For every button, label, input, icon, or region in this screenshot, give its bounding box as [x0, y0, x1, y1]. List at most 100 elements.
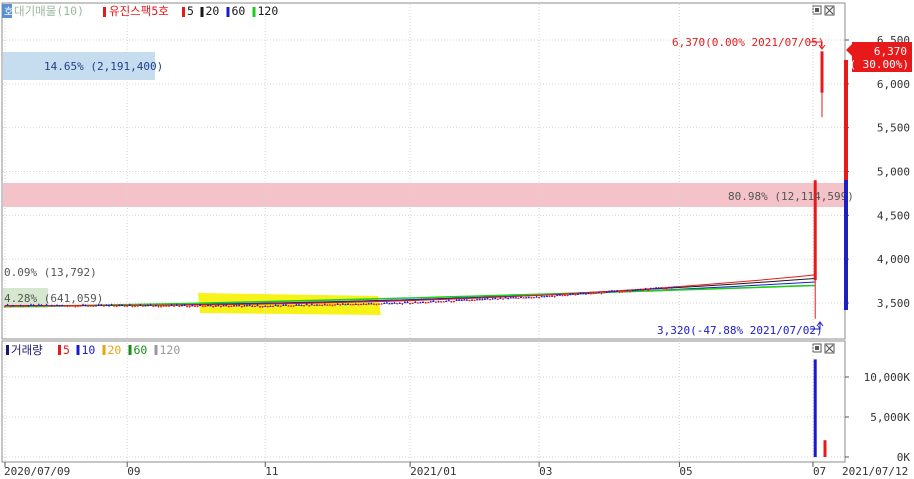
candle-body [128, 304, 131, 306]
candle-body [87, 305, 90, 307]
ma-legend-swatch [200, 7, 204, 17]
candle-body [227, 305, 230, 307]
candle-body [571, 293, 574, 295]
candle-body [199, 305, 202, 307]
candle-body [398, 302, 401, 304]
candle-body [592, 293, 595, 295]
candle-body [274, 305, 277, 307]
candle-body [517, 297, 520, 299]
stock-name-marker [103, 7, 106, 17]
low-annotation: 3,320(-47.88% 2021/07/02) [657, 324, 823, 337]
candle-body [222, 305, 225, 307]
volume-ma-legend-label: 60 [134, 343, 148, 357]
candle-body [35, 305, 38, 307]
candle-body [134, 305, 137, 307]
candle-body [540, 296, 543, 298]
candle-body [820, 51, 824, 93]
candle-body [551, 295, 554, 297]
candle-body [352, 304, 355, 306]
candle-body [121, 305, 124, 307]
candle-body [24, 305, 27, 307]
volume-ma-legend-swatch [76, 345, 80, 355]
candle-body [422, 301, 425, 303]
candle-body [463, 299, 466, 301]
volume-ma-legend-swatch [128, 345, 132, 355]
date-tick-label: 2021/01 [410, 465, 456, 478]
current-price-change: ( 30.00%) [849, 58, 909, 71]
date-tick-label: 11 [265, 465, 278, 478]
candle-body [610, 290, 613, 292]
candle-body [4, 305, 6, 307]
candle-body [370, 303, 373, 305]
candle-body [32, 305, 35, 307]
candle-body [251, 305, 254, 307]
candle-body [261, 306, 264, 308]
candle-body [269, 305, 272, 307]
candle-body [385, 302, 388, 304]
candle-body [396, 303, 399, 305]
candle-body [644, 288, 647, 290]
candle-body [170, 304, 173, 306]
candle-body [543, 296, 546, 298]
candle-body [642, 289, 645, 291]
candle-body [266, 306, 269, 308]
candle-body [331, 304, 334, 306]
candle-body [310, 304, 313, 306]
candle-body [383, 303, 386, 305]
current-price-value: 6,370 [874, 45, 907, 58]
candle-body [9, 305, 12, 307]
price-tick-label: 6,000 [877, 78, 910, 91]
candle-body [499, 297, 502, 299]
zone-label-1: 14.65% (2,191,400) [44, 60, 163, 73]
candle-body [365, 303, 368, 305]
candle-body [512, 297, 515, 299]
candle-body [522, 297, 525, 299]
candle-body [141, 305, 144, 307]
price-tick-label: 3,500 [877, 297, 910, 310]
stock-name: 유진스팩5호 [109, 4, 169, 18]
candle-body [188, 305, 191, 307]
candle-body [452, 300, 455, 302]
candle-body [240, 305, 243, 307]
candle-body [173, 305, 176, 307]
candle-body [53, 305, 56, 307]
ma-legend-label: 5 [187, 4, 194, 18]
candle-body [233, 305, 236, 307]
candle-body [527, 297, 530, 299]
candle-body [162, 305, 165, 307]
date-tick-label: 07 [813, 465, 826, 478]
volume-ma-legend-swatch [58, 345, 61, 355]
candle-body [186, 305, 189, 307]
candle-body [613, 291, 616, 293]
candle-body [626, 290, 629, 292]
candle-body [63, 305, 66, 307]
candle-body [587, 293, 590, 295]
candle-body [191, 305, 194, 307]
candle-body [473, 299, 476, 301]
volume-tick-label: 10,000K [864, 371, 911, 384]
overlay-indicator-label: 대기매물(10) [14, 4, 84, 18]
candle-body [347, 303, 350, 305]
candle-body [478, 299, 481, 301]
candle-body [566, 294, 569, 296]
candle-body [300, 305, 303, 307]
candle-body [344, 304, 347, 306]
candle-body [204, 305, 207, 307]
volume-ma-legend-label: 20 [108, 343, 122, 357]
candle-body [440, 301, 443, 303]
candle-body [219, 305, 222, 307]
candle-body [290, 305, 293, 307]
candle-body [380, 303, 383, 305]
candle-body [556, 295, 559, 297]
candle-body [665, 288, 668, 290]
candle-body [605, 292, 608, 294]
candle-body [514, 297, 517, 299]
candle-body [458, 299, 461, 301]
candle-body [279, 305, 282, 307]
price-tick-label: 4,500 [877, 209, 910, 222]
ma-legend-swatch [226, 7, 230, 17]
candle-body [597, 292, 600, 294]
candle-body [193, 305, 196, 307]
candle-body [476, 299, 479, 301]
volume-tick-label: 0K [897, 451, 911, 464]
